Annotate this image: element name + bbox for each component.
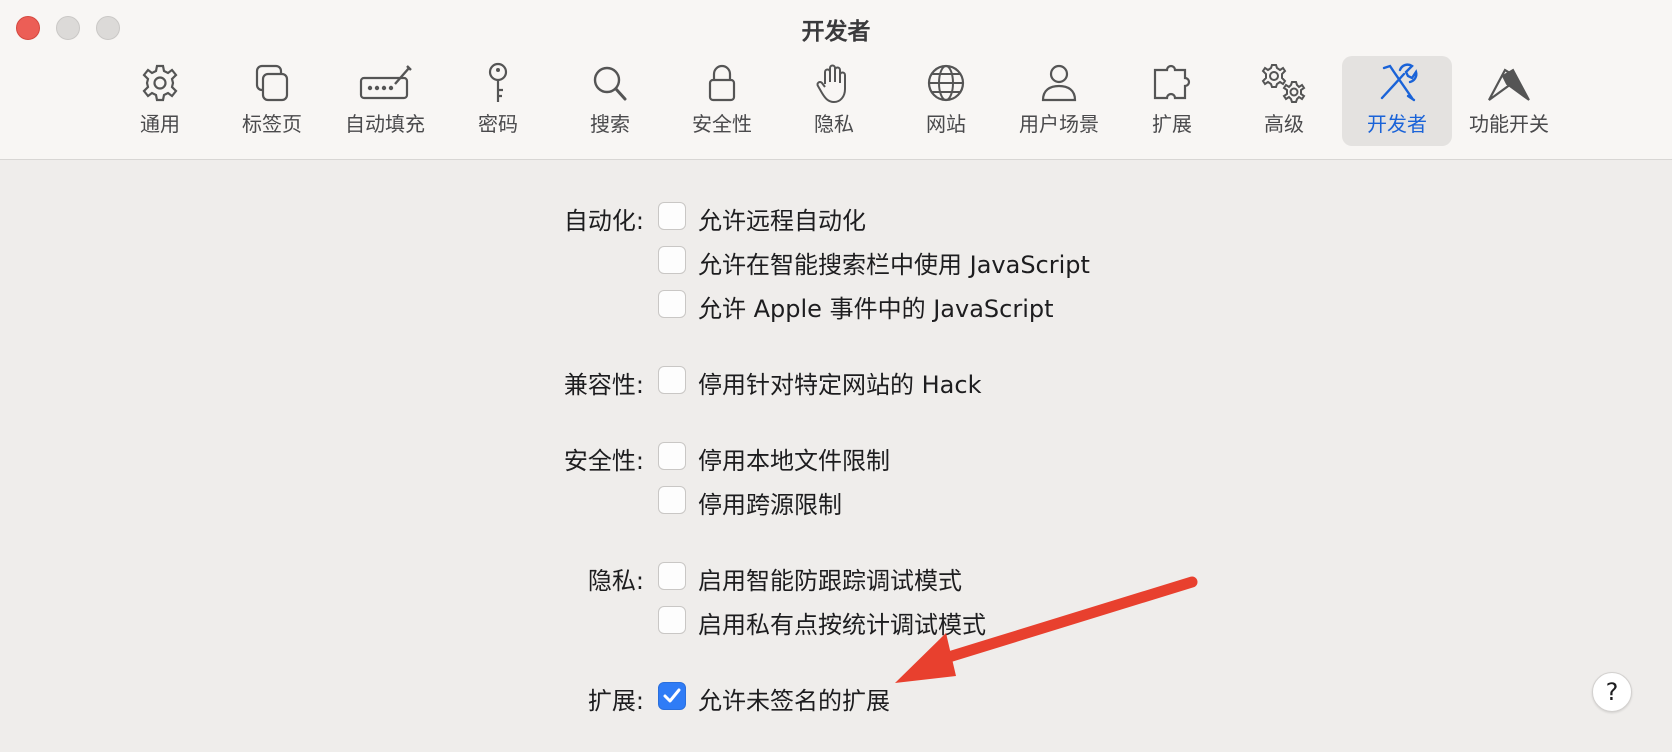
tab-security[interactable]: 安全性 — [667, 56, 777, 146]
tab-websites[interactable]: 网站 — [891, 56, 1001, 146]
section-label-security: 安全性: — [563, 447, 644, 475]
hand-icon — [816, 64, 846, 104]
option-label: 停用跨源限制 — [698, 491, 842, 519]
tab-label: 标签页 — [242, 112, 302, 136]
option-label: 允许在智能搜索栏中使用 JavaScript — [698, 251, 1090, 279]
itp-debug-checkbox[interactable] — [658, 562, 686, 590]
tab-autofill[interactable]: 自动填充 — [330, 56, 440, 146]
tab-label: 网站 — [926, 112, 966, 136]
disable-cors-checkbox[interactable] — [658, 486, 686, 514]
gear-icon — [142, 64, 178, 102]
help-button[interactable]: ? — [1592, 672, 1632, 712]
option-row: 自动化: 允许远程自动化 — [0, 199, 1672, 235]
disable-local-file-restrictions-checkbox[interactable] — [658, 442, 686, 470]
option-label: 允许远程自动化 — [698, 207, 866, 235]
toolbar: 开发者 通用 标签页 自动填充 密码 搜索 安全性 隐私 网站 用户场景 扩展 … — [0, 0, 1672, 160]
preference-tabs: 通用 标签页 自动填充 密码 搜索 安全性 隐私 网站 用户场景 扩展 高级 开… — [0, 56, 1672, 146]
option-label: 启用私有点按统计调试模式 — [698, 611, 986, 639]
lock-icon — [708, 64, 736, 102]
section-label-privacy: 隐私: — [587, 567, 644, 595]
key-icon — [488, 62, 508, 102]
puzzle-icon — [1153, 64, 1191, 100]
section-label-compat: 兼容性: — [563, 371, 644, 399]
tab-developer[interactable]: 开发者 — [1342, 56, 1452, 146]
private-click-measurement-debug-checkbox[interactable] — [658, 606, 686, 634]
tab-extensions[interactable]: 扩展 — [1117, 56, 1227, 146]
option-row: 停用跨源限制 — [0, 483, 1672, 519]
tab-advanced[interactable]: 高级 — [1229, 56, 1339, 146]
remote-automation-checkbox[interactable] — [658, 202, 686, 230]
tabs-icon — [255, 64, 289, 102]
option-row: 兼容性: 停用针对特定网站的 Hack — [0, 363, 1672, 399]
autofill-icon — [359, 65, 412, 100]
tab-label: 功能开关 — [1469, 112, 1549, 136]
section-label-extensions: 扩展: — [587, 687, 644, 715]
tab-label: 高级 — [1264, 112, 1304, 136]
option-row: 允许在智能搜索栏中使用 JavaScript — [0, 243, 1672, 279]
tab-search[interactable]: 搜索 — [555, 56, 665, 146]
apple-events-js-checkbox[interactable] — [658, 290, 686, 318]
option-row: 启用私有点按统计调试模式 — [0, 603, 1672, 639]
option-row: 允许 Apple 事件中的 JavaScript — [0, 287, 1672, 323]
tab-label: 搜索 — [590, 112, 630, 136]
option-label: 停用针对特定网站的 Hack — [698, 371, 982, 399]
tab-general[interactable]: 通用 — [105, 56, 215, 146]
option-label: 允许 Apple 事件中的 JavaScript — [698, 295, 1054, 323]
tab-tabs[interactable]: 标签页 — [217, 56, 327, 146]
allow-unsigned-extensions-checkbox[interactable] — [658, 682, 686, 710]
smart-search-js-checkbox[interactable] — [658, 246, 686, 274]
tab-privacy[interactable]: 隐私 — [779, 56, 889, 146]
option-row: 隐私: 启用智能防跟踪调试模式 — [0, 559, 1672, 595]
checkmark-icon — [663, 688, 681, 703]
tab-label: 开发者 — [1367, 112, 1427, 136]
tab-label: 安全性 — [692, 112, 752, 136]
option-row: 扩展: 允许未签名的扩展 — [0, 679, 1672, 715]
tab-label: 扩展 — [1152, 112, 1192, 136]
window-title: 开发者 — [801, 19, 871, 45]
gears-icon — [1261, 64, 1306, 103]
disable-site-hacks-checkbox[interactable] — [658, 366, 686, 394]
developer-settings: 自动化: 允许远程自动化 允许在智能搜索栏中使用 JavaScript 允许 A… — [0, 161, 1672, 752]
option-label: 允许未签名的扩展 — [698, 687, 890, 715]
tab-label: 用户场景 — [1019, 112, 1099, 136]
tab-profiles[interactable]: 用户场景 — [1004, 56, 1114, 146]
tab-label: 通用 — [140, 112, 180, 136]
flags-icon — [1488, 68, 1530, 101]
preferences-window: 开发者 通用 标签页 自动填充 密码 搜索 安全性 隐私 网站 用户场景 扩展 … — [0, 0, 1672, 752]
option-label: 停用本地文件限制 — [698, 447, 890, 475]
option-row: 安全性: 停用本地文件限制 — [0, 439, 1672, 475]
option-label: 启用智能防跟踪调试模式 — [698, 567, 962, 595]
search-icon — [593, 66, 627, 101]
globe-icon — [927, 64, 965, 102]
tab-passwords[interactable]: 密码 — [443, 56, 553, 146]
tab-label: 隐私 — [814, 112, 854, 136]
section-label-automation: 自动化: — [563, 207, 644, 235]
tools-icon — [1380, 63, 1418, 102]
tab-label: 自动填充 — [345, 112, 425, 136]
tab-label: 密码 — [478, 112, 518, 136]
person-icon — [1041, 64, 1077, 102]
tab-feature-flags[interactable]: 功能开关 — [1454, 56, 1564, 146]
